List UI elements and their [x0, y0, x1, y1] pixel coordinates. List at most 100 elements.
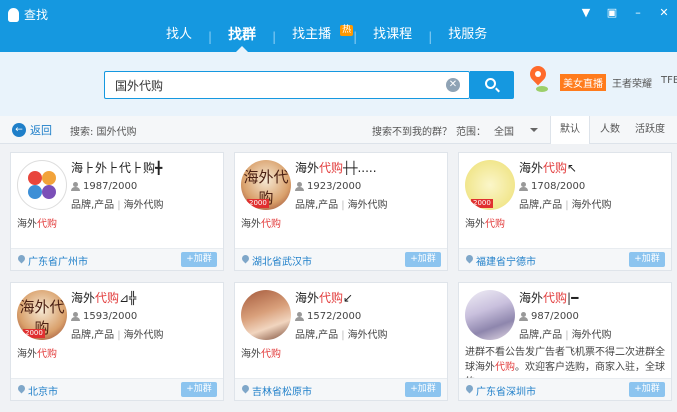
member-count: 1572/2000 [295, 311, 361, 322]
group-keyword: 海外代购 [241, 349, 281, 360]
person-icon [519, 312, 528, 321]
person-icon [295, 312, 304, 321]
back-label: 返回 [30, 124, 52, 137]
card-footer: 湖北省武汉市 +加群 [235, 248, 447, 270]
group-card[interactable]: 2000 海外代购↖ 1708/2000 品牌,产品 | 海外代购 海外代购 福建省… [458, 152, 672, 271]
search-input[interactable] [104, 71, 470, 99]
member-count: 1593/2000 [71, 311, 137, 322]
group-name[interactable]: 海外代购|━ [519, 289, 578, 306]
group-location[interactable]: 湖北省武汉市 [252, 253, 312, 268]
sort-activity[interactable]: 活跃度 [630, 116, 670, 144]
group-avatar[interactable]: 海外代购 2000 [241, 160, 291, 210]
group-location[interactable]: 广东省深圳市 [476, 383, 536, 398]
clear-icon[interactable]: ✕ [446, 78, 460, 92]
card-footer: 北京市 +加群 [11, 378, 223, 400]
hot-badge: 热 [340, 25, 354, 36]
search-area: ✕ 美女直播 王者荣耀 TFB [0, 52, 677, 116]
join-group-button[interactable]: +加群 [629, 382, 665, 397]
group-keyword: 海外代购 [465, 219, 505, 230]
window-title: 查找 [8, 6, 48, 23]
card-footer: 广东省广州市 +加群 [11, 248, 223, 270]
group-card[interactable]: 海外代购 2000 海外代购┼┼..... 1923/2000 品牌,产品 | 海外… [234, 152, 448, 271]
group-avatar[interactable]: 海外代购 2000 [17, 290, 67, 340]
group-keyword: 海外代购 [17, 349, 57, 360]
menu-dropdown-icon[interactable]: ▼ [579, 6, 593, 19]
member-count: 1987/2000 [71, 181, 137, 192]
group-card[interactable]: 海外代购 2000 海外代购⊿╬ 1593/2000 品牌,产品 | 海外代购 海外… [10, 282, 224, 401]
group-card[interactable]: 海外代购|━ 987/2000 品牌,产品 | 海外代购 进群不看公告发广告者飞机票… [458, 282, 672, 401]
group-avatar[interactable] [17, 160, 67, 210]
group-location[interactable]: 北京市 [28, 383, 58, 398]
group-location[interactable]: 吉林省松原市 [252, 383, 312, 398]
member-count: 1708/2000 [519, 181, 585, 192]
card-footer: 福建省宁德市 +加群 [459, 248, 671, 270]
hot-link-tfb[interactable]: TFB [661, 75, 677, 90]
tab-find-course[interactable]: 找课程 [357, 22, 428, 52]
join-group-button[interactable]: +加群 [181, 382, 217, 397]
join-group-button[interactable]: +加群 [405, 382, 441, 397]
sort-tabs: 默认 人数 活跃度 [550, 116, 670, 144]
chevron-down-icon[interactable] [530, 128, 538, 136]
group-card[interactable]: 海⺊外⺊代⺊购╋ 1987/2000 品牌,产品 | 海外代购 海外代购 广东省广州… [10, 152, 224, 271]
location-icon [240, 383, 251, 394]
person-icon [295, 182, 304, 191]
location-icon [16, 383, 27, 394]
search-breadcrumb: 搜索: 国外代购 [70, 127, 137, 138]
location-icon [464, 383, 475, 394]
sort-members[interactable]: 人数 [590, 116, 630, 144]
location-icon [240, 253, 251, 264]
group-location[interactable]: 广东省广州市 [28, 253, 88, 268]
search-button[interactable] [470, 71, 514, 99]
cannot-find-link[interactable]: 搜索不到我的群？ [372, 123, 452, 138]
hot-link-wangzhe[interactable]: 王者荣耀 [612, 75, 652, 90]
group-keyword: 海外代购 [241, 219, 281, 230]
join-group-button[interactable]: +加群 [405, 252, 441, 267]
group-tags: 品牌,产品 | 海外代购 [519, 330, 612, 341]
group-tags: 品牌,产品 | 海外代购 [295, 330, 388, 341]
main-tabs: 找人 | 找群 | 找主播 热 | 找课程 | 找服务 [150, 22, 503, 52]
close-icon[interactable]: ✕ [657, 6, 671, 19]
tab-find-streamer[interactable]: 找主播 热 [276, 22, 354, 52]
group-avatar[interactable] [465, 290, 515, 340]
group-level-badge: 2000 [247, 199, 269, 208]
tab-find-streamer-label: 找主播 [292, 27, 332, 42]
join-group-button[interactable]: +加群 [629, 252, 665, 267]
sort-default[interactable]: 默认 [550, 116, 590, 144]
group-avatar[interactable]: 2000 [465, 160, 515, 210]
card-footer: 广东省深圳市 +加群 [459, 378, 671, 400]
range-label: 范围： [456, 127, 486, 138]
search-icon [485, 78, 496, 89]
card-footer: 吉林省松原市 +加群 [235, 378, 447, 400]
hot-live-tag[interactable]: 美女直播 [560, 74, 606, 91]
member-count: 987/2000 [519, 311, 579, 322]
group-name[interactable]: 海外代购┼┼..... [295, 159, 377, 176]
join-group-button[interactable]: +加群 [181, 252, 217, 267]
location-icon [16, 253, 27, 264]
title-bar: 查找 ▼ ▣ – ✕ 找人 | 找群 | 找主播 热 | 找课程 | 找服务 [0, 0, 677, 52]
group-name[interactable]: 海外代购⊿╬ [71, 289, 136, 306]
tab-find-people[interactable]: 找人 [150, 22, 208, 52]
group-tags: 品牌,产品 | 海外代购 [519, 200, 612, 211]
group-location[interactable]: 福建省宁德市 [476, 253, 536, 268]
back-arrow-icon: ← [12, 123, 26, 137]
group-tags: 品牌,产品 | 海外代购 [295, 200, 388, 211]
back-button[interactable]: ← 返回 [12, 122, 52, 138]
person-icon [519, 182, 528, 191]
group-level-badge: 2000 [471, 199, 493, 208]
tab-find-group[interactable]: 找群 [212, 22, 272, 52]
group-name[interactable]: 海⺊外⺊代⺊购╋ [71, 159, 162, 176]
qq-penguin-icon [8, 7, 19, 22]
group-name[interactable]: 海外代购↖ [519, 159, 577, 176]
group-name[interactable]: 海外代购↙ [295, 289, 353, 306]
location-pin-icon[interactable] [526, 62, 550, 86]
group-keyword: 海外代购 [17, 219, 57, 230]
minimize-icon[interactable]: – [631, 6, 645, 19]
group-card[interactable]: 海外代购↙ 1572/2000 品牌,产品 | 海外代购 海外代购 吉林省松原市 +… [234, 282, 448, 401]
tab-find-service[interactable]: 找服务 [432, 22, 503, 52]
person-icon [71, 312, 80, 321]
member-count: 1923/2000 [295, 181, 361, 192]
group-avatar[interactable] [241, 290, 291, 340]
skin-icon[interactable]: ▣ [605, 6, 619, 19]
range-select[interactable]: 全国 [494, 123, 514, 138]
group-tags: 品牌,产品 | 海外代购 [71, 200, 164, 211]
